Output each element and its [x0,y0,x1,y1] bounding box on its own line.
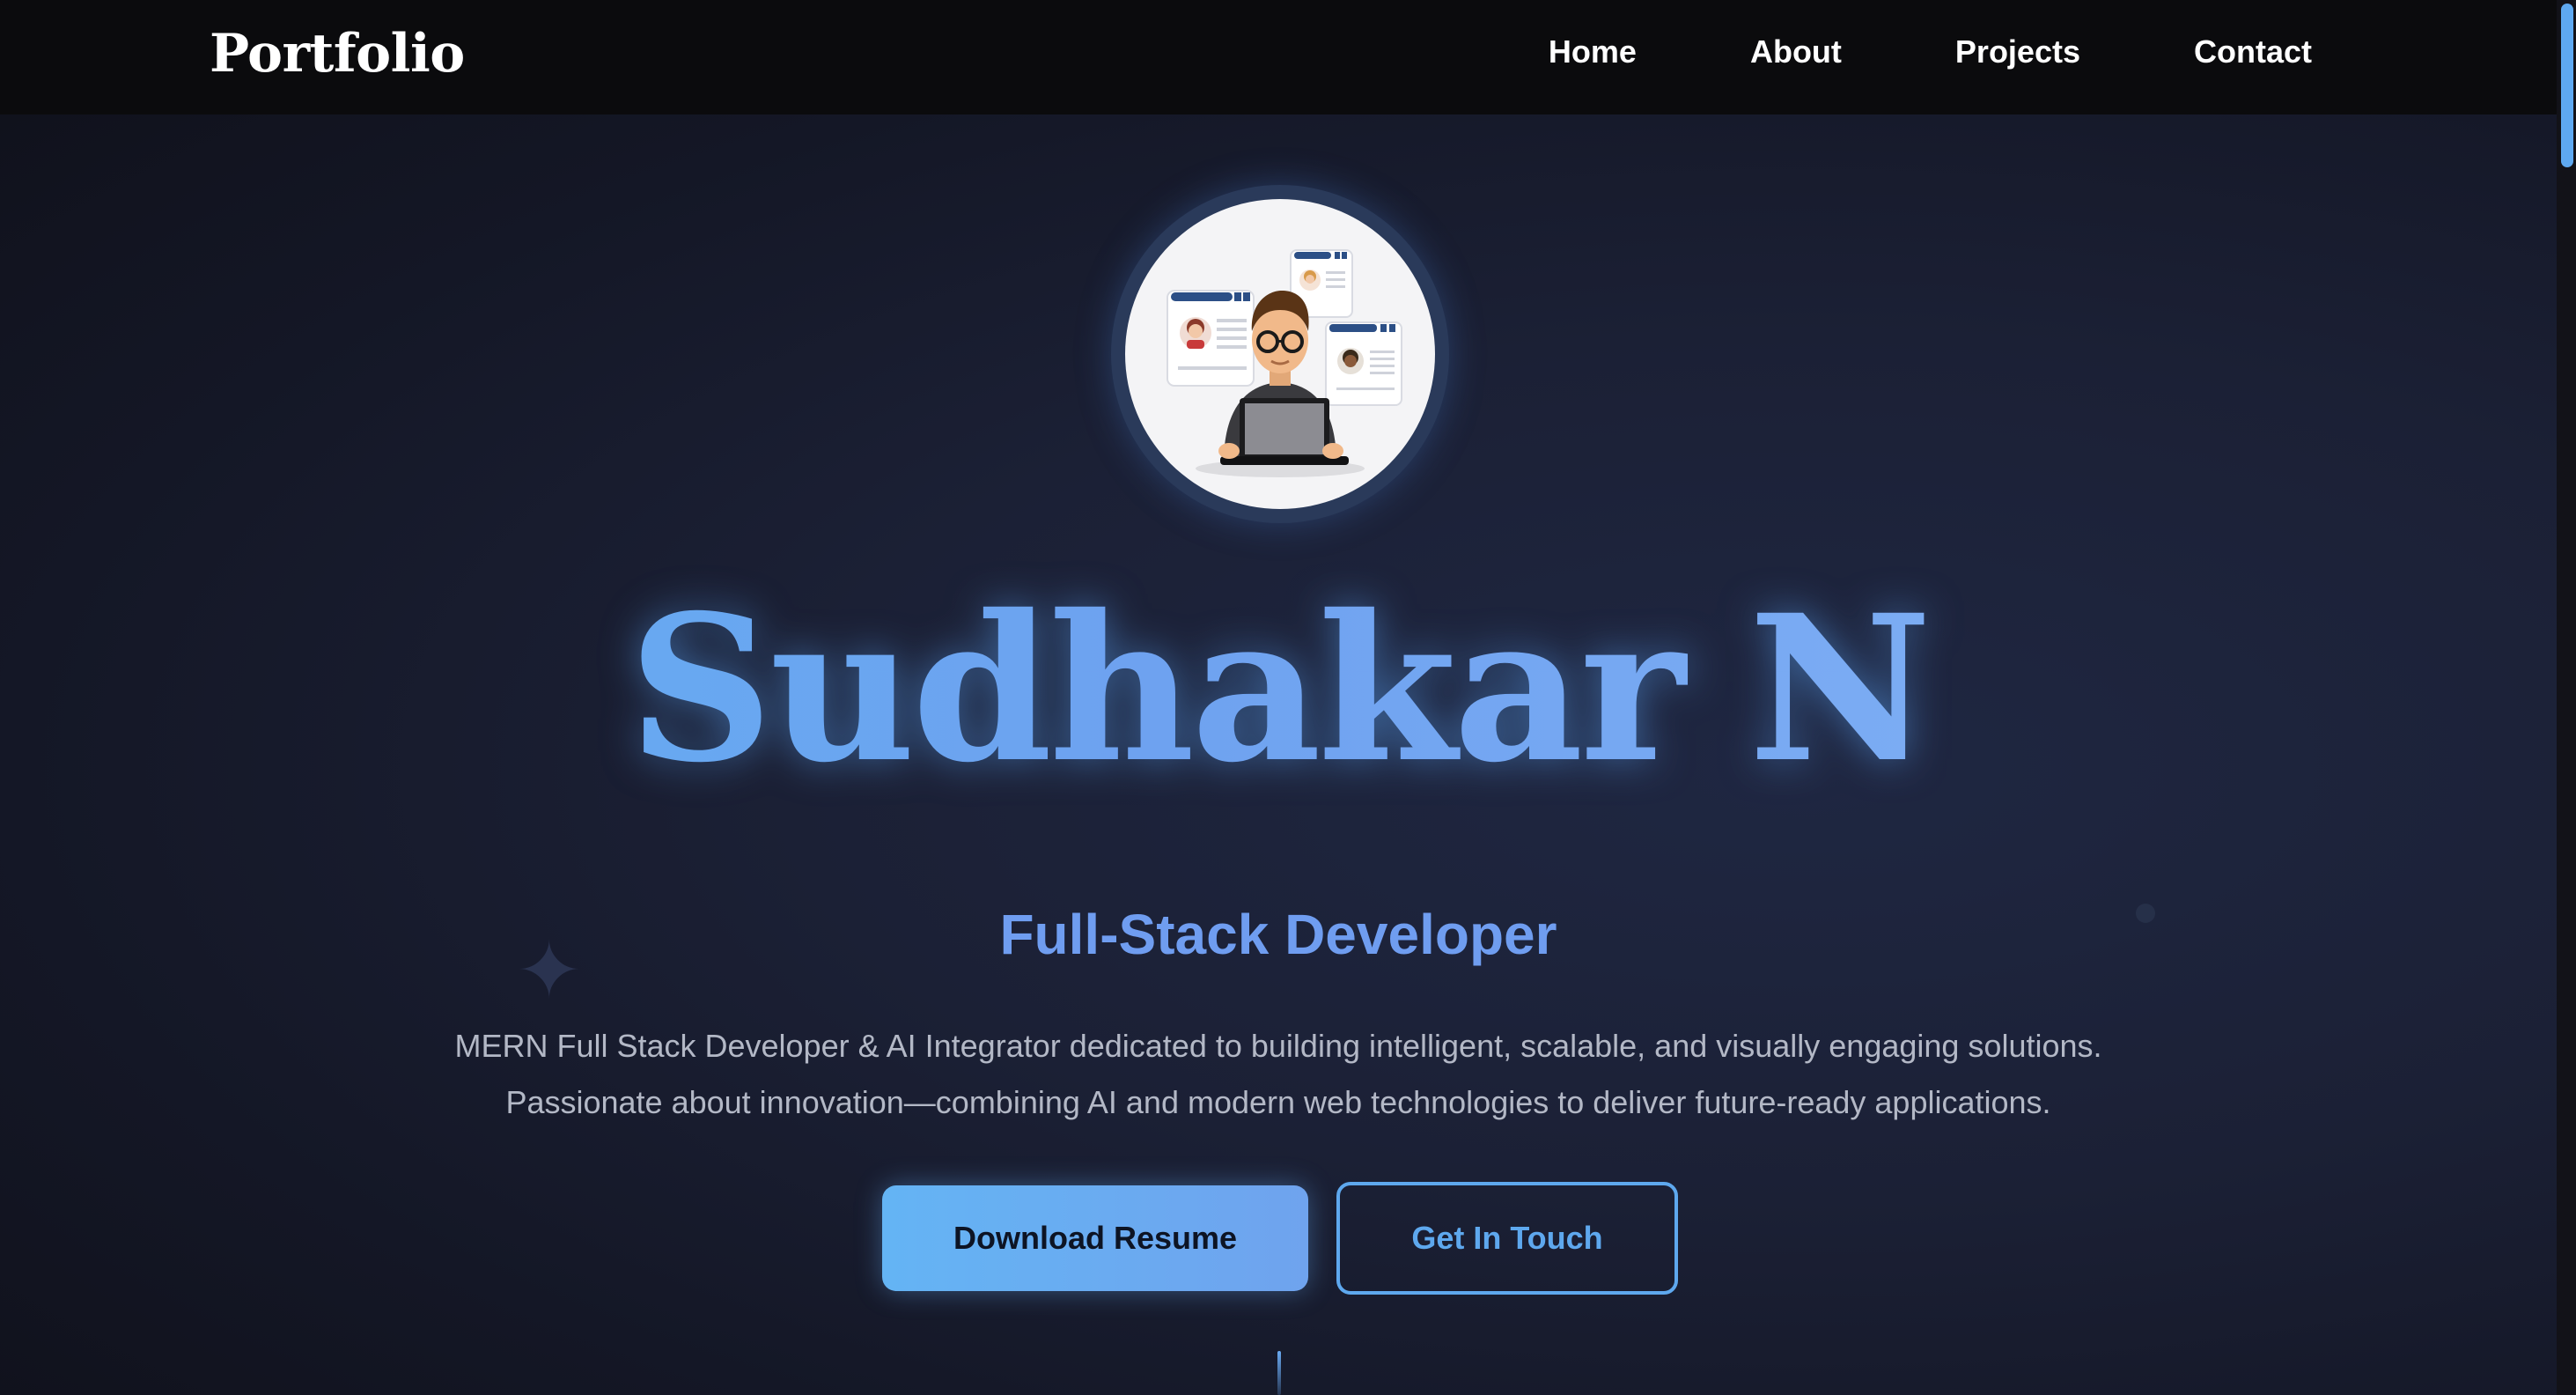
avatar [1125,199,1435,509]
hero-role: Full-Stack Developer [999,903,1557,966]
nav-contact-link[interactable]: Contact [2194,33,2312,70]
navbar: Portfolio Home About Projects Contact [0,0,2557,114]
nav-projects-link[interactable]: Projects [1955,33,2080,70]
profile-card-left-icon [1167,290,1255,387]
profile-avatar-ring [1111,185,1449,523]
scroll-down-indicator [1277,1351,1281,1395]
hero-description-line-1: MERN Full Stack Developer & AI Integrato… [454,1028,2102,1064]
get-in-touch-button[interactable]: Get In Touch [1336,1182,1678,1295]
brand-logo[interactable]: Portfolio [210,23,465,85]
nav-links: Home About Projects Contact [1549,33,2312,70]
hero-description-line-2: Passionate about innovation—combining AI… [505,1084,2051,1120]
nav-home-link[interactable]: Home [1549,33,1637,70]
scrollbar-thumb[interactable] [2561,4,2573,167]
page-scrollbar[interactable] [2557,0,2576,1395]
developer-illustration-icon [1167,249,1402,477]
profile-card-right-icon [1325,321,1402,406]
hero-description: MERN Full Stack Developer & AI Integrato… [0,1018,2557,1131]
download-resume-button[interactable]: Download Resume [882,1185,1308,1291]
hero-name: Sudhakar N [0,588,2557,789]
nav-about-link[interactable]: About [1750,33,1842,70]
